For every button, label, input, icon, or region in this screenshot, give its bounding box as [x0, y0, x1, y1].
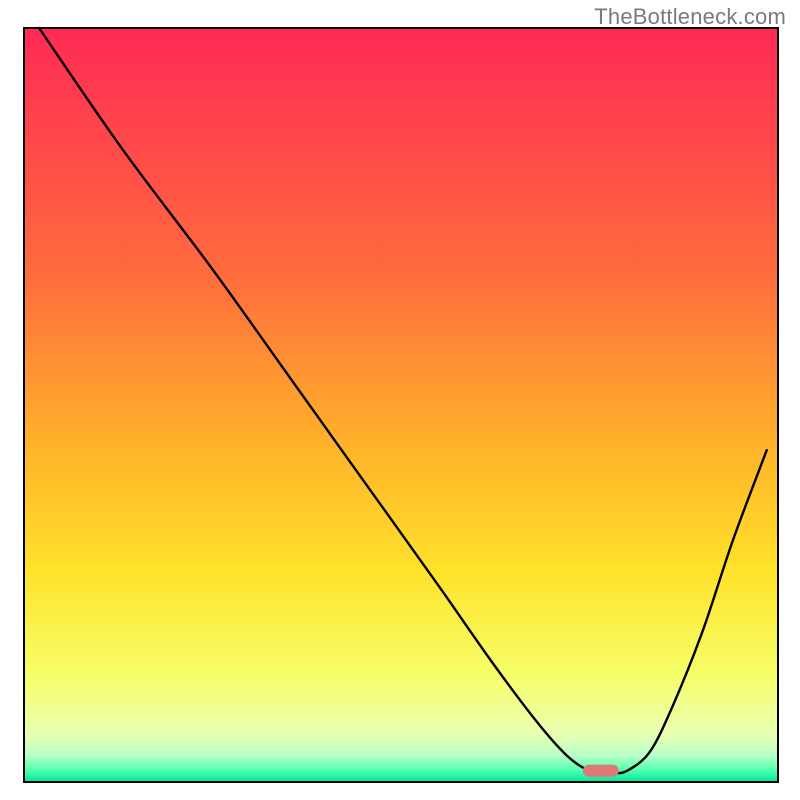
chart-frame: TheBottleneck.com: [0, 0, 800, 800]
watermark-text: TheBottleneck.com: [594, 4, 786, 30]
plot-background: [24, 28, 778, 782]
optimal-marker: [583, 765, 619, 777]
bottleneck-chart: [0, 0, 800, 800]
